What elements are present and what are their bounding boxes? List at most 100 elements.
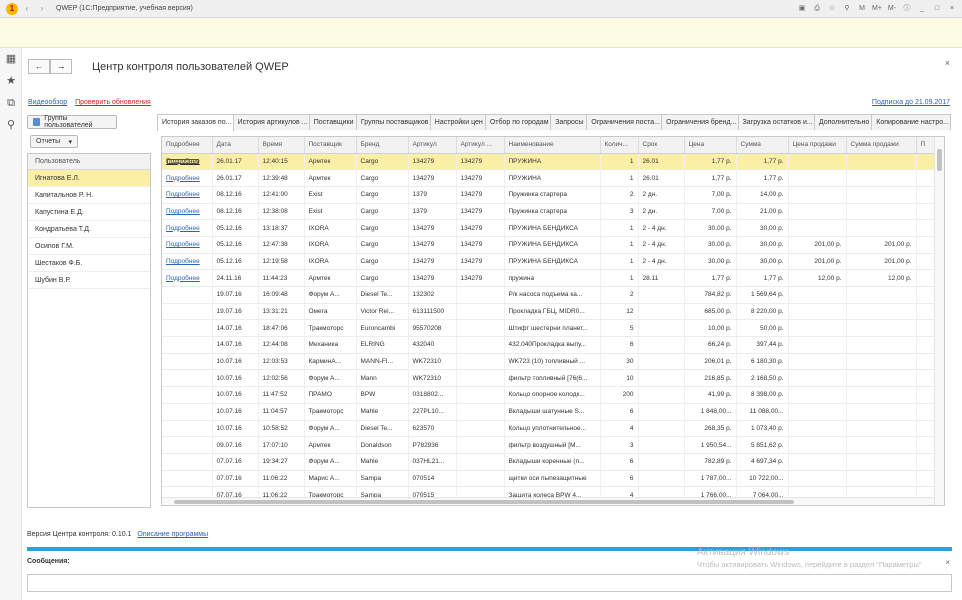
column-header[interactable]: Время — [258, 137, 305, 154]
column-header[interactable]: Бренд — [356, 137, 409, 154]
search-icon[interactable]: ⚲ — [0, 114, 22, 136]
table-row[interactable]: 07.07.16 11:06:22 Марис А... Sampa 070514 щит… — [162, 470, 935, 488]
close-window-button[interactable]: × — [946, 3, 958, 15]
user-item[interactable]: Кондратьева Т.Д. — [28, 221, 150, 238]
table-row[interactable]: Подробнее 26.01.17 12:40:15 Армтек Cargo 1342… — [162, 153, 935, 171]
column-header[interactable]: Сумма продажи — [846, 137, 917, 154]
details-cell[interactable]: Подробнее — [162, 169, 213, 187]
memory-minus-button[interactable]: M- — [886, 3, 898, 15]
column-header[interactable]: Цена — [684, 137, 737, 154]
details-link[interactable]: Подробнее — [166, 175, 200, 182]
favorites-star-icon[interactable]: ★ — [0, 70, 22, 92]
user-item[interactable]: Капустина Е.Д. — [28, 204, 150, 221]
tab-1[interactable]: История артикулов ... — [232, 114, 310, 130]
link-icon[interactable]: ⚲ — [841, 3, 853, 15]
user-groups-button[interactable]: Группы пользователей — [27, 115, 117, 129]
back-small-icon[interactable]: ‹ — [21, 3, 33, 15]
star-icon[interactable]: ☆ — [826, 3, 838, 15]
details-cell[interactable]: Подробнее — [162, 153, 213, 171]
messages-close-button[interactable]: × — [945, 558, 950, 567]
table-row[interactable]: Подробнее 05.12.16 13:18:37 IXORA Cargo 13427… — [162, 219, 935, 237]
user-item[interactable]: Осипов Г.М. — [28, 238, 150, 255]
column-header[interactable]: Поставщик — [304, 137, 357, 154]
messages-area[interactable] — [27, 574, 952, 592]
tab-0[interactable]: История заказов по... — [157, 114, 234, 131]
tab-5[interactable]: Отбор по городам — [484, 114, 552, 130]
forward-button[interactable]: → — [50, 59, 72, 74]
details-cell[interactable] — [162, 453, 213, 471]
check-updates-link[interactable]: Проверить обновления — [75, 99, 151, 106]
column-header[interactable]: Сумма — [736, 137, 789, 154]
user-item[interactable]: Игнатова Е.Л. — [28, 170, 150, 187]
details-link[interactable]: Подробнее — [166, 191, 200, 198]
info-icon[interactable]: ⓘ — [901, 3, 913, 15]
minimize-button[interactable]: _ — [916, 3, 928, 15]
save-icon[interactable]: ▣ — [796, 3, 808, 15]
grid-menu-icon[interactable]: ▦ — [0, 48, 22, 70]
tab-4[interactable]: Настройки цен — [429, 114, 486, 130]
details-cell[interactable]: Подробнее — [162, 186, 213, 204]
table-row[interactable]: 10.07.16 11:47:52 ПРАМО BPW 0318802... Кольцо… — [162, 386, 935, 404]
program-description-link[interactable]: Описание программы — [137, 531, 208, 538]
tab-10[interactable]: Дополнительно — [813, 114, 873, 130]
horizontal-scrollbar[interactable] — [162, 497, 934, 505]
close-form-button[interactable]: × — [945, 58, 950, 68]
vertical-scrollbar[interactable] — [934, 137, 944, 505]
video-overview-link[interactable]: Видеообзор — [28, 99, 67, 106]
table-row[interactable]: 07.07.16 19:34:27 Форум А... Mahle 037HL21..… — [162, 453, 935, 471]
details-cell[interactable]: Подробнее — [162, 219, 213, 237]
details-cell[interactable] — [162, 403, 213, 421]
details-cell[interactable] — [162, 303, 213, 321]
table-row[interactable]: 14.07.16 12:44:08 Механика ELRING 432040 432.… — [162, 336, 935, 354]
details-cell[interactable] — [162, 336, 213, 354]
details-cell[interactable] — [162, 319, 213, 338]
table-row[interactable]: 10.07.16 12:03:53 КарминА... MANN-FI... WK72… — [162, 353, 935, 371]
table-row[interactable]: Подробнее 08.12.16 12:38:08 Exist Cargo 1379 1… — [162, 203, 935, 221]
details-cell[interactable]: Подробнее — [162, 253, 213, 271]
details-link[interactable]: Подробнее — [166, 241, 200, 248]
column-header[interactable]: Артикул ... — [456, 137, 505, 154]
details-cell[interactable]: Подробнее — [162, 236, 213, 254]
user-item[interactable]: Капитальнов Р. Н. — [28, 187, 150, 204]
tab-3[interactable]: Группы поставщиков — [355, 114, 431, 130]
details-link[interactable]: Подробнее — [166, 158, 200, 165]
details-cell[interactable] — [162, 436, 213, 454]
horizontal-scroll-thumb[interactable] — [174, 500, 794, 504]
tab-6[interactable]: Запросы — [550, 114, 588, 130]
table-row[interactable]: 19.07.16 16:09:48 Форум А... Diesel Te... 13… — [162, 286, 935, 304]
app-logo-icon[interactable]: 1 — [6, 2, 18, 15]
table-row[interactable]: Подробнее 08.12.16 12:41:00 Exist Cargo 1379 1… — [162, 186, 935, 204]
table-row[interactable]: 09.07.16 17:07:10 Армтек Donaldson P782936 фи… — [162, 436, 935, 454]
details-cell[interactable] — [162, 286, 213, 304]
details-link[interactable]: Подробнее — [166, 275, 200, 282]
tab-7[interactable]: Ограничения поста... — [586, 114, 663, 130]
tab-8[interactable]: Ограничения бренд... — [661, 114, 739, 130]
user-item[interactable]: Шестаков Ф.Б. — [28, 255, 150, 272]
table-row[interactable]: 10.07.16 11:04:57 Тракмоторс Mahle 227PL10..… — [162, 403, 935, 421]
user-item[interactable]: Шубин В.Р. — [28, 272, 150, 289]
details-cell[interactable] — [162, 386, 213, 404]
table-row[interactable]: 14.07.16 18:47:06 Тракмоторс Euroncambi 9557… — [162, 319, 935, 338]
subscription-link[interactable]: Подписка до 21.09.2017 — [872, 99, 950, 106]
table-row[interactable]: 10.07.16 12:02:56 Форум А... Mann WK72310 фил… — [162, 369, 935, 388]
memory-button[interactable]: M — [856, 3, 868, 15]
column-header[interactable]: Наименование — [504, 137, 601, 154]
table-row[interactable]: Подробнее 05.12.16 12:47:38 IXORA Cargo 13427… — [162, 236, 935, 254]
reports-button[interactable]: Отчеты ▾ — [30, 135, 78, 148]
print-icon[interactable]: ⎙ — [811, 3, 823, 15]
details-link[interactable]: Подробнее — [166, 208, 200, 215]
details-link[interactable]: Подробнее — [166, 258, 200, 265]
back-button[interactable]: ← — [28, 59, 50, 74]
column-header[interactable]: Подробнее — [162, 137, 213, 154]
table-row[interactable]: 10.07.16 10:58:52 Форум А... Diesel Te... 62… — [162, 420, 935, 438]
details-link[interactable]: Подробнее — [166, 225, 200, 232]
table-row[interactable]: 19.07.16 13:31:21 Омега Victor Rei... 613111… — [162, 303, 935, 321]
column-header[interactable]: П — [916, 137, 935, 154]
table-row[interactable]: Подробнее 24.11.16 11:44:23 Армтек Cargo 1342… — [162, 269, 935, 287]
tab-11[interactable]: Копирование настро... — [871, 114, 952, 130]
details-cell[interactable]: Подробнее — [162, 203, 213, 221]
table-row[interactable]: Подробнее 05.12.16 12:19:58 IXORA Cargo 13427… — [162, 253, 935, 271]
forward-small-icon[interactable]: › — [36, 3, 48, 15]
column-header[interactable]: Колич... — [600, 137, 639, 154]
details-cell[interactable] — [162, 420, 213, 438]
